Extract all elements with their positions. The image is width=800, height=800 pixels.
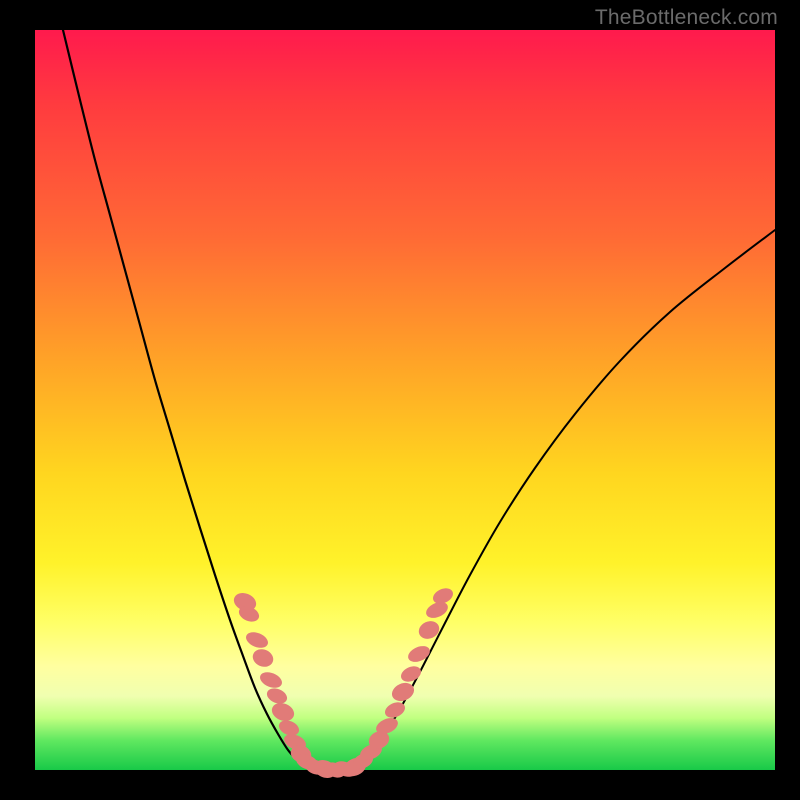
- dotted-left-dot: [244, 629, 271, 651]
- plot-area: [35, 30, 775, 770]
- dotted-right-dot: [389, 680, 417, 705]
- dotted-right-dot: [406, 643, 433, 665]
- dotted-left-dot: [265, 686, 290, 707]
- curve-right-branch: [355, 230, 775, 767]
- dots-group: [231, 585, 455, 781]
- dotted-left-dot: [269, 700, 297, 724]
- chart-frame: TheBottleneck.com: [0, 0, 800, 800]
- dotted-left-dot: [250, 646, 276, 670]
- dotted-right-dot: [399, 663, 424, 684]
- dotted-left-dot: [258, 669, 285, 691]
- chart-svg: [35, 30, 775, 770]
- watermark-text: TheBottleneck.com: [595, 6, 778, 30]
